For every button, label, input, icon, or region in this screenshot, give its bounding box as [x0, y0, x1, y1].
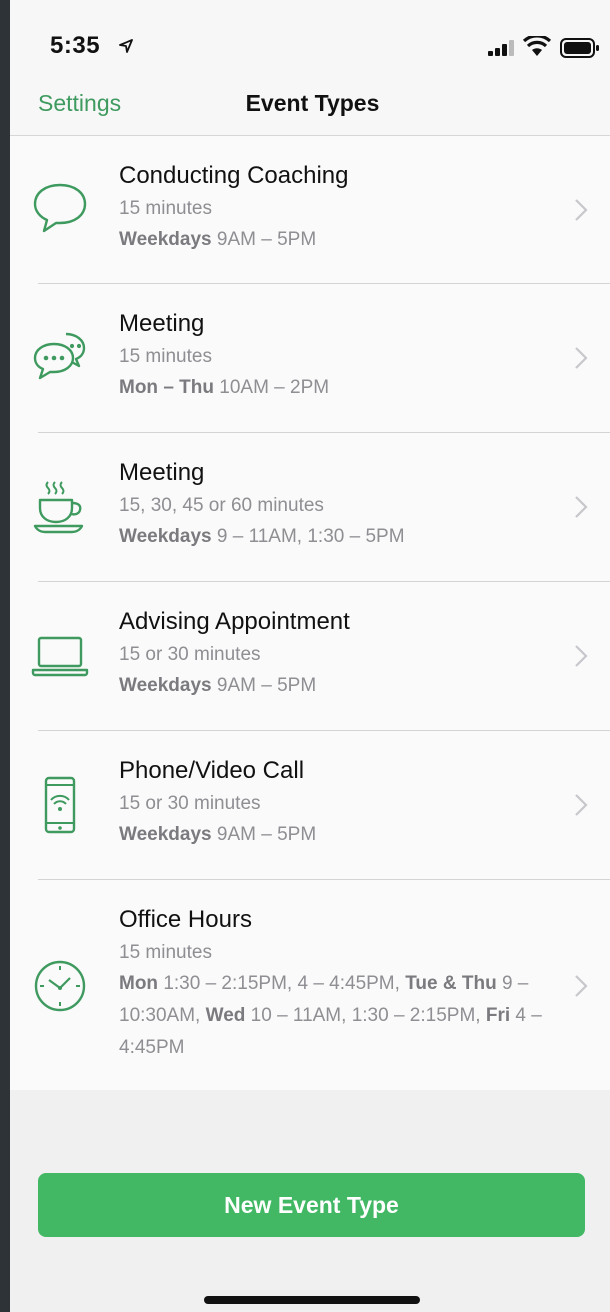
event-duration: 15 or 30 minutes: [119, 793, 261, 814]
event-hours-days: Mon: [119, 973, 159, 994]
event-hours-time: 10AM – 2PM: [213, 377, 330, 398]
event-row-phone-video-call[interactable]: Phone/Video Call 15 or 30 minutes Weekda…: [38, 731, 610, 880]
event-duration: 15 minutes: [119, 198, 212, 219]
event-hours: Weekdays 9AM – 5PM: [119, 670, 550, 702]
event-row-meeting[interactable]: Meeting 15 minutes Mon – Thu 10AM – 2PM: [33, 284, 610, 433]
speech-bubble-icon: [28, 176, 92, 240]
phone-screen: 5:35 Settings Event Types Conducting Coa…: [10, 0, 610, 1312]
new-event-type-button[interactable]: New Event Type: [38, 1173, 585, 1237]
event-hours-time: 9 – 11AM, 1:30 – 5PM: [211, 526, 405, 547]
event-duration: 15 minutes: [119, 346, 212, 367]
event-row-conducting-coaching[interactable]: Conducting Coaching 15 minutes Weekdays …: [33, 136, 610, 284]
laptop-icon: [28, 624, 92, 688]
event-hours: Weekdays 9AM – 5PM: [119, 224, 550, 256]
event-hours-time: 9AM – 5PM: [211, 824, 317, 845]
event-hours-days: Fri: [485, 1005, 511, 1026]
event-title: Advising Appointment: [119, 608, 350, 635]
chevron-right-icon: [575, 347, 588, 369]
wifi-icon: [523, 36, 551, 56]
coffee-cup-icon: [28, 475, 92, 539]
event-title: Phone/Video Call: [119, 757, 305, 784]
event-hours-days: Tue & Thu: [405, 973, 497, 994]
chevron-right-icon: [575, 975, 588, 997]
event-duration: 15 minutes: [119, 942, 212, 963]
event-hours-time: 9AM – 5PM: [211, 675, 317, 696]
event-row-office-hours[interactable]: Office Hours 15 minutes Mon 1:30 – 2:15P…: [34, 880, 610, 1093]
event-title: Conducting Coaching: [119, 162, 349, 189]
chevron-right-icon: [575, 645, 588, 667]
location-arrow-icon: [119, 39, 133, 53]
event-hours-days: Mon – Thu: [119, 377, 214, 398]
event-hours-days: Weekdays: [119, 229, 212, 250]
event-title: Meeting: [119, 310, 205, 337]
event-hours-time: 9AM – 5PM: [211, 229, 317, 250]
event-hours-days: Weekdays: [119, 526, 212, 547]
chat-bubbles-icon: [28, 324, 92, 388]
chevron-right-icon: [575, 496, 588, 518]
event-hours: Weekdays 9 – 11AM, 1:30 – 5PM: [119, 521, 550, 553]
chevron-right-icon: [575, 198, 588, 221]
event-title: Office Hours: [119, 906, 252, 933]
home-indicator[interactable]: [204, 1296, 420, 1304]
event-hours-time: 10 – 11AM, 1:30 – 2:15PM,: [245, 1005, 486, 1026]
event-duration: 15, 30, 45 or 60 minutes: [119, 495, 324, 516]
battery-icon: [560, 38, 599, 58]
cellular-signal-icon: [488, 40, 514, 56]
event-type-list: Conducting Coaching 15 minutes Weekdays …: [10, 136, 610, 1093]
event-hours: Mon – Thu 10AM – 2PM: [119, 372, 550, 404]
event-hours: Weekdays 9AM – 5PM: [119, 819, 550, 851]
event-hours-days: Weekdays: [119, 824, 212, 845]
phone-video-icon: [28, 773, 92, 837]
clock-icon: [28, 954, 92, 1018]
event-title: Meeting: [119, 459, 205, 486]
event-duration: 15 or 30 minutes: [119, 644, 261, 665]
event-hours-days: Weekdays: [119, 675, 212, 696]
event-hours: Mon 1:30 – 2:15PM, 4 – 4:45PM, Tue & Thu…: [119, 968, 550, 1064]
chevron-right-icon: [575, 794, 588, 816]
event-hours-time: 1:30 – 2:15PM, 4 – 4:45PM,: [158, 973, 406, 994]
status-bar: 5:35: [10, 6, 610, 78]
page-title: Event Types: [245, 90, 380, 116]
navigation-bar: Settings Event Types: [10, 78, 610, 136]
event-row-meeting-2[interactable]: Meeting 15, 30, 45 or 60 minutes Weekday…: [33, 433, 610, 582]
event-hours-days: Wed: [205, 1005, 246, 1026]
status-time: 5:35: [50, 32, 101, 59]
event-row-advising-appointment[interactable]: Advising Appointment 15 or 30 minutes We…: [31, 582, 610, 731]
